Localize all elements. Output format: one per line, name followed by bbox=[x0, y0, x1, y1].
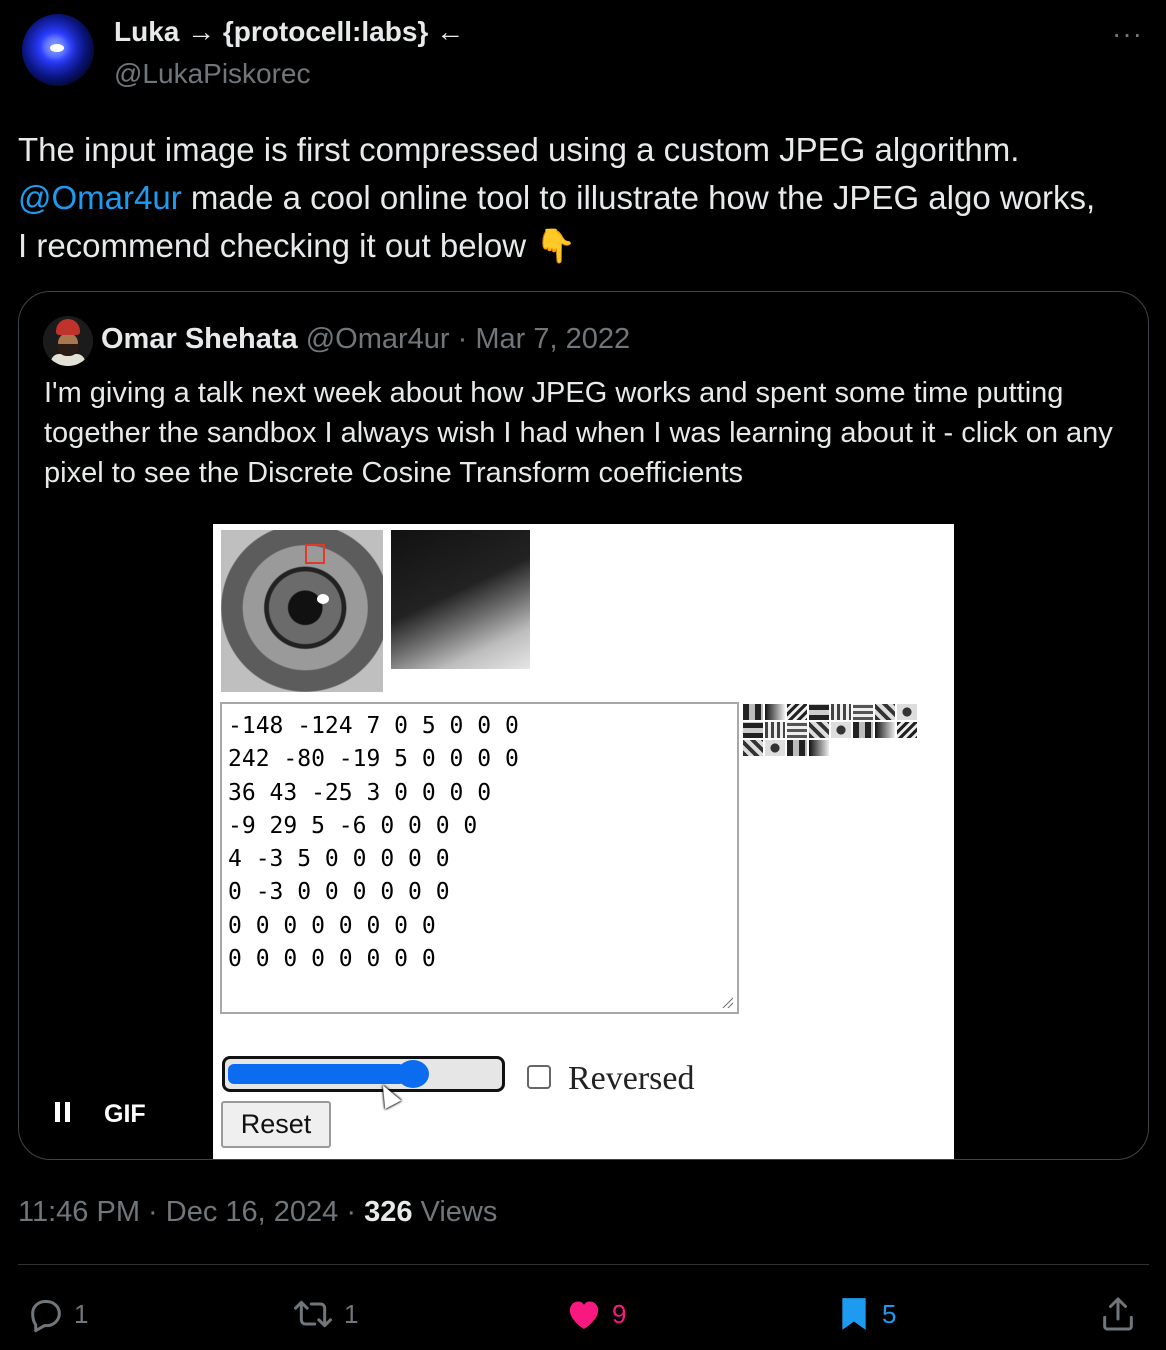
slider-thumb[interactable] bbox=[397, 1060, 430, 1088]
like-count: 9 bbox=[612, 1298, 627, 1329]
retweet-count: 1 bbox=[344, 1298, 359, 1329]
basis-pattern-swatch bbox=[875, 722, 895, 738]
coefficient-row: 4 -3 5 0 0 0 0 0 bbox=[228, 846, 450, 873]
basis-pattern-swatch bbox=[809, 704, 829, 720]
dct-basis-patterns bbox=[743, 704, 917, 756]
quote-avatar[interactable] bbox=[43, 316, 93, 366]
dct-coefficients-textarea[interactable]: -148 -124 7 0 5 0 0 0 242 -80 -19 5 0 0 0… bbox=[220, 702, 739, 1014]
views-label: Views bbox=[412, 1196, 498, 1228]
bookmark-icon bbox=[842, 1298, 866, 1330]
basis-pattern-swatch bbox=[853, 704, 873, 720]
basis-pattern-swatch bbox=[765, 740, 785, 756]
reversed-checkbox[interactable] bbox=[527, 1065, 551, 1089]
basis-pattern-swatch bbox=[787, 704, 807, 720]
basis-pattern-swatch bbox=[765, 704, 785, 720]
basis-pattern-swatch bbox=[897, 722, 917, 738]
basis-pattern-swatch bbox=[831, 704, 851, 720]
block-preview-image bbox=[391, 530, 530, 669]
mention-link[interactable]: @Omar4ur bbox=[18, 179, 182, 216]
author-avatar[interactable] bbox=[22, 14, 94, 86]
basis-pattern-swatch bbox=[743, 704, 763, 720]
bookmark-count: 5 bbox=[882, 1298, 897, 1329]
quoted-tweet-card[interactable]: Omar Shehata @Omar4ur · Mar 7, 2022 I'm … bbox=[18, 291, 1149, 1160]
eye-image[interactable] bbox=[221, 530, 383, 692]
quote-author-name[interactable]: Omar Shehata bbox=[101, 323, 298, 355]
coefficient-row: -9 29 5 -6 0 0 0 0 bbox=[228, 812, 478, 839]
quality-slider[interactable] bbox=[222, 1056, 505, 1092]
pause-icon[interactable] bbox=[55, 1102, 71, 1122]
coefficient-row: 0 -3 0 0 0 0 0 0 bbox=[228, 879, 450, 906]
tweet-line-2-text: made a cool online tool to illustrate ho… bbox=[181, 179, 1096, 216]
tweet-line-1: The input image is first compressed usin… bbox=[18, 131, 1020, 168]
quote-date[interactable]: Mar 7, 2022 bbox=[475, 323, 630, 355]
slider-fill bbox=[228, 1064, 406, 1084]
meta-separator: · bbox=[139, 1196, 166, 1228]
divider bbox=[18, 1264, 1149, 1265]
more-options-icon[interactable]: ··· bbox=[1112, 18, 1143, 50]
tweet-meta: 11:46 PM · Dec 16, 2024 · 326 Views bbox=[18, 1196, 497, 1229]
basis-pattern-swatch bbox=[787, 722, 807, 738]
reset-button[interactable]: Reset bbox=[221, 1101, 331, 1148]
gif-badge: GIF bbox=[104, 1100, 146, 1128]
author-handle[interactable]: @LukaPiskorec bbox=[114, 58, 311, 90]
coefficient-row: 242 -80 -19 5 0 0 0 0 bbox=[228, 746, 519, 773]
heart-icon bbox=[569, 1301, 599, 1329]
gif-media[interactable]: -148 -124 7 0 5 0 0 0 242 -80 -19 5 0 0 0… bbox=[213, 524, 954, 1159]
coefficient-row: 0 0 0 0 0 0 0 0 bbox=[228, 912, 436, 939]
reversed-label: Reversed bbox=[568, 1060, 695, 1097]
quote-text: I'm giving a talk next week about how JP… bbox=[44, 377, 1113, 489]
selected-pixel-marker bbox=[305, 544, 325, 564]
coefficient-rows: -148 -124 7 0 5 0 0 0 242 -80 -19 5 0 0 0… bbox=[228, 710, 731, 976]
coefficient-row: 0 0 0 0 0 0 0 0 bbox=[228, 946, 436, 973]
coefficient-row: -148 -124 7 0 5 0 0 0 bbox=[228, 713, 519, 739]
tweet-text: The input image is first compressed usin… bbox=[18, 126, 1153, 270]
quote-separator: · bbox=[457, 323, 468, 355]
basis-pattern-swatch bbox=[743, 740, 763, 756]
resize-handle-icon[interactable] bbox=[721, 996, 733, 1008]
meta-separator: · bbox=[338, 1196, 365, 1228]
retweet-button[interactable]: 1 bbox=[290, 1292, 358, 1336]
basis-pattern-swatch bbox=[743, 722, 763, 738]
basis-pattern-swatch bbox=[809, 722, 829, 738]
basis-pattern-swatch bbox=[787, 740, 807, 756]
basis-pattern-swatch bbox=[809, 740, 829, 756]
coefficient-row: 36 43 -25 3 0 0 0 0 bbox=[228, 779, 492, 806]
author-name[interactable]: Luka → {protocell:labs} ← bbox=[114, 16, 464, 48]
bookmark-button[interactable]: 5 bbox=[834, 1292, 896, 1336]
basis-pattern-swatch bbox=[875, 704, 895, 720]
like-button[interactable]: 9 bbox=[564, 1292, 626, 1336]
share-icon bbox=[1103, 1297, 1133, 1331]
reply-count: 1 bbox=[74, 1298, 89, 1329]
basis-pattern-swatch bbox=[831, 722, 851, 738]
reply-icon bbox=[31, 1300, 61, 1333]
tweet-line-2: @Omar4ur made a cool online tool to illu… bbox=[18, 174, 1153, 222]
basis-pattern-swatch bbox=[897, 704, 917, 720]
basis-pattern-swatch bbox=[853, 722, 873, 738]
share-button[interactable] bbox=[1098, 1292, 1138, 1336]
tweet-date[interactable]: Dec 16, 2024 bbox=[166, 1196, 339, 1228]
basis-pattern-swatch bbox=[765, 722, 785, 738]
quote-author-handle[interactable]: @Omar4ur bbox=[306, 323, 450, 355]
retweet-icon bbox=[294, 1300, 332, 1328]
tweet-line-3: I recommend checking it out below 👇 bbox=[18, 227, 577, 264]
quote-header: Omar Shehata @Omar4ur · Mar 7, 2022 bbox=[101, 323, 630, 356]
reply-button[interactable]: 1 bbox=[26, 1292, 88, 1336]
tweet-time[interactable]: 11:46 PM bbox=[18, 1196, 140, 1228]
views-count: 326 bbox=[364, 1196, 413, 1228]
